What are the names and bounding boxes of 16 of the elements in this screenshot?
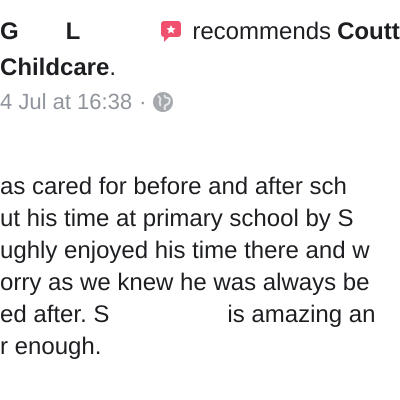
recommendation-icon — [160, 20, 182, 44]
page-name-link[interactable]: Childcare — [0, 54, 110, 81]
author-name[interactable]: G — [0, 18, 19, 46]
post-text: as cared for before and after sch — [0, 173, 347, 201]
period-text: . — [109, 54, 116, 81]
globe-icon — [153, 92, 174, 112]
post-text: ed after. S — [0, 301, 110, 329]
post-text: ut his time at primary school by S — [0, 205, 354, 233]
post-text: orry as we knew he was always be — [0, 269, 370, 297]
post-text: ughly enjoyed his time there and w — [0, 237, 370, 265]
separator-text: · — [139, 89, 146, 115]
recommends-text: recommends — [192, 18, 332, 46]
author-name[interactable]: L — [66, 18, 80, 46]
post-text: r enough. — [0, 333, 102, 361]
post-text: is amazing an — [227, 301, 376, 329]
page-name-link[interactable]: Coutt — [337, 18, 400, 46]
